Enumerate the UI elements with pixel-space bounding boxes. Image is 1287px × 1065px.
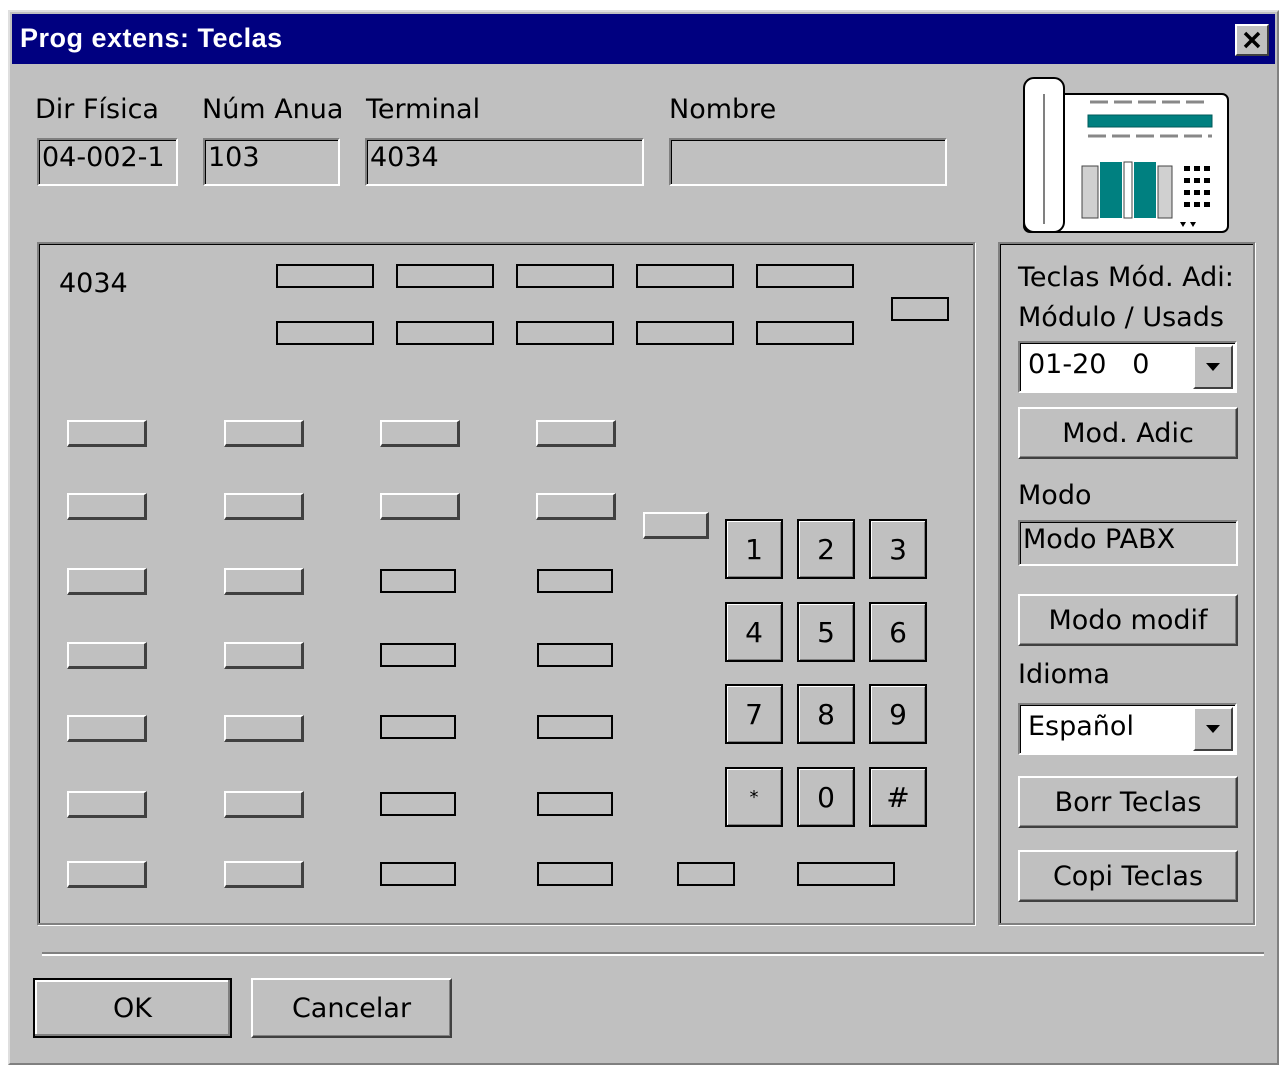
prog-key-c4-r1[interactable]: [536, 420, 616, 447]
prog-key-c3-r5[interactable]: [380, 715, 456, 739]
modulo-select-value: 01-20 0: [1028, 349, 1150, 380]
prog-key-c4-r6[interactable]: [537, 792, 613, 816]
prog-key-c1-r4[interactable]: [67, 642, 147, 669]
terminal-label: Terminal: [366, 94, 481, 125]
prog-key-c1-r7[interactable]: [67, 861, 147, 888]
dropdown-arrow-icon[interactable]: [1193, 707, 1233, 751]
prog-key-c2-r6[interactable]: [224, 791, 304, 818]
prog-key-c4-r3[interactable]: [537, 569, 613, 593]
nombre-label: Nombre: [669, 94, 777, 125]
prog-key-c4-r4[interactable]: [537, 643, 613, 667]
prog-key-c3-r3[interactable]: [380, 569, 456, 593]
prog-key-c4-r5[interactable]: [537, 715, 613, 739]
prog-key-c1-r2[interactable]: [67, 493, 147, 520]
idioma-select-value: Español: [1028, 711, 1134, 742]
display-key-9[interactable]: [636, 321, 734, 345]
dial-key-2[interactable]: 2: [797, 519, 855, 579]
prog-key-c3-r2[interactable]: [380, 493, 460, 520]
terminal-field[interactable]: 4034: [365, 138, 644, 186]
prog-key-c1-r1[interactable]: [67, 420, 147, 447]
extra-key-wide[interactable]: [797, 862, 895, 886]
dial-key-3[interactable]: 3: [869, 519, 927, 579]
window-title: Prog extens: Teclas: [20, 23, 283, 53]
separator-highlight: [42, 954, 1264, 956]
display-key-2[interactable]: [396, 264, 494, 288]
prog-key-c2-r7[interactable]: [224, 861, 304, 888]
cancel-button[interactable]: Cancelar: [251, 978, 452, 1038]
prog-key-c3-r1[interactable]: [380, 420, 460, 447]
dial-key-9[interactable]: 9: [869, 684, 927, 744]
prog-key-c1-r3[interactable]: [67, 568, 147, 595]
dial-key-star[interactable]: *: [725, 767, 783, 827]
prog-key-c4-r7[interactable]: [537, 862, 613, 886]
display-key-10[interactable]: [756, 321, 854, 345]
modulo-usads-label: Módulo / Usads: [1018, 302, 1224, 333]
teclas-mod-label: Teclas Mód. Adi:: [1018, 262, 1234, 293]
modo-field[interactable]: Modo PABX: [1018, 520, 1238, 566]
borr-teclas-button[interactable]: Borr Teclas: [1018, 776, 1238, 828]
modulo-select[interactable]: 01-20 0: [1018, 341, 1237, 393]
nombre-field[interactable]: [669, 138, 947, 186]
dial-key-7[interactable]: 7: [725, 684, 783, 744]
display-key-8[interactable]: [516, 321, 614, 345]
close-button[interactable]: [1235, 24, 1269, 56]
display-key-5[interactable]: [756, 264, 854, 288]
modo-modif-button[interactable]: Modo modif: [1018, 594, 1238, 646]
extra-key-small[interactable]: [677, 862, 735, 886]
copi-teclas-button[interactable]: Copi Teclas: [1018, 850, 1238, 902]
dial-key-0[interactable]: 0: [797, 767, 855, 827]
prog-key-c1-r5[interactable]: [67, 715, 147, 742]
idioma-label: Idioma: [1018, 659, 1110, 690]
close-icon: [1243, 31, 1261, 49]
dial-key-4[interactable]: 4: [725, 602, 783, 662]
prog-key-c1-r6[interactable]: [67, 791, 147, 818]
display-key-3[interactable]: [516, 264, 614, 288]
ok-button[interactable]: OK: [33, 978, 232, 1038]
display-key-11[interactable]: [891, 297, 949, 321]
prog-key-c2-r2[interactable]: [224, 493, 304, 520]
function-key[interactable]: [643, 512, 709, 539]
phone-illustration: [1023, 77, 1229, 233]
display-key-4[interactable]: [636, 264, 734, 288]
mod-adic-button[interactable]: Mod. Adic: [1018, 407, 1238, 459]
dir-fisica-field[interactable]: 04-002-1: [37, 138, 178, 186]
prog-key-c2-r4[interactable]: [224, 642, 304, 669]
prog-key-c2-r5[interactable]: [224, 715, 304, 742]
dial-key-hash[interactable]: #: [869, 767, 927, 827]
dir-fisica-label: Dir Física: [35, 94, 159, 125]
dial-key-6[interactable]: 6: [869, 602, 927, 662]
display-key-7[interactable]: [396, 321, 494, 345]
dial-key-5[interactable]: 5: [797, 602, 855, 662]
prog-key-c2-r3[interactable]: [224, 568, 304, 595]
dialog-window: Prog extens: Teclas Dir Física 04-002-1 …: [8, 10, 1279, 1065]
key-layout-group: 4034 1 2 3 4 5 6 7 8 9 * 0 #: [37, 242, 975, 925]
dial-key-1[interactable]: 1: [725, 519, 783, 579]
dial-key-8[interactable]: 8: [797, 684, 855, 744]
num-anua-label: Núm Anua: [202, 94, 344, 125]
prog-key-c3-r6[interactable]: [380, 792, 456, 816]
display-key-6[interactable]: [276, 321, 374, 345]
prog-key-c2-r1[interactable]: [224, 420, 304, 447]
prog-key-c3-r4[interactable]: [380, 643, 456, 667]
num-anua-field[interactable]: 103: [203, 138, 340, 186]
dropdown-arrow-icon[interactable]: [1193, 345, 1233, 389]
idioma-select[interactable]: Español: [1018, 703, 1237, 755]
side-panel-group: Teclas Mód. Adi: Módulo / Usads 01-20 0 …: [998, 242, 1255, 925]
prog-key-c3-r7[interactable]: [380, 862, 456, 886]
prog-key-c4-r2[interactable]: [536, 493, 616, 520]
keypad-terminal-label: 4034: [59, 268, 128, 299]
modo-label: Modo: [1018, 480, 1092, 511]
display-key-1[interactable]: [276, 264, 374, 288]
title-bar[interactable]: Prog extens: Teclas: [12, 14, 1275, 64]
